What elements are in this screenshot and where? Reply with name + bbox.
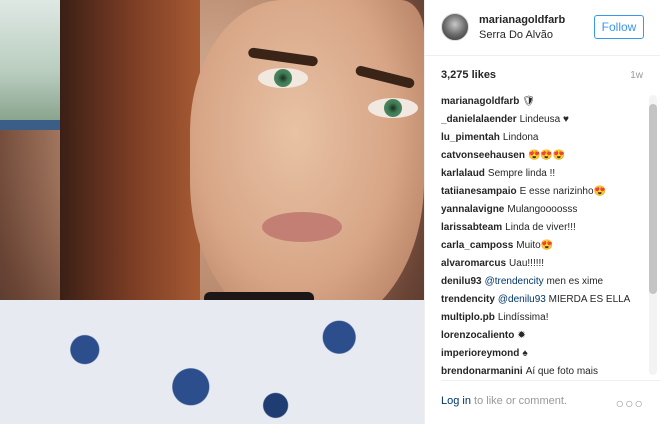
login-prompt-text: to like or comment. — [470, 395, 567, 407]
comment-username[interactable]: catvonseehausen — [441, 150, 525, 161]
post-header: marianagoldfarb Serra Do Alvão Follow — [425, 0, 660, 56]
comment-item: imperioreymond ♠ — [441, 345, 651, 363]
comment-username[interactable]: larissabteam — [441, 222, 502, 233]
ellipsis-icon[interactable]: ○○○ — [616, 395, 644, 411]
comments-list: marianagoldfarb 🛡 _danielalaender Lindeusa… — [441, 93, 651, 376]
comment-username[interactable]: lorenzocaliento — [441, 330, 514, 341]
left-eye — [258, 68, 308, 88]
shirt — [0, 300, 424, 424]
comment-mention[interactable]: @denilu93 — [498, 294, 546, 305]
post-time[interactable]: 1w — [630, 70, 643, 81]
comment-item: karlalaud Sempre linda !! — [441, 165, 651, 183]
right-eye — [368, 98, 418, 118]
comment-item: catvonseehausen 😍😍😍 — [441, 147, 651, 165]
comment-username[interactable]: carla_camposs — [441, 240, 513, 251]
comment-text: MIERDA ES ELLA — [548, 294, 631, 305]
comment-text: 🛡 — [522, 96, 536, 107]
post-details-panel: marianagoldfarb Serra Do Alvão Follow 3,… — [424, 0, 660, 424]
comment-item: larissabteam Linda de viver!!! — [441, 219, 651, 237]
comment-text: E esse narizinho😍 — [519, 186, 606, 197]
comment-username[interactable]: denilu93 — [441, 276, 482, 287]
comment-item: brendonarmanini Aí que foto mais — [441, 363, 651, 376]
comment-text: Uau!!!!!! — [509, 258, 545, 269]
comment-text: ✹ — [517, 330, 526, 341]
login-prompt: Log in to like or comment. — [441, 395, 567, 407]
comment-text: men es xime — [546, 276, 604, 287]
comment-username[interactable]: yannalavigne — [441, 204, 504, 215]
lips — [262, 212, 342, 242]
avatar[interactable] — [441, 13, 469, 41]
comment-username[interactable]: alvaromarcus — [441, 258, 506, 269]
username-link[interactable]: marianagoldfarb — [479, 14, 565, 26]
comment-username[interactable]: trendencity — [441, 294, 495, 305]
comment-username[interactable]: imperioreymond — [441, 348, 519, 359]
comment-text: Lindíssima! — [497, 312, 549, 323]
follow-button[interactable]: Follow — [594, 15, 644, 39]
comment-text: Linda de viver!!! — [505, 222, 576, 233]
face — [190, 0, 424, 330]
comment-item: tatiianesampaio E esse narizinho😍 — [441, 183, 651, 201]
comment-item: lorenzocaliento ✹ — [441, 327, 651, 345]
comment-username[interactable]: karlalaud — [441, 168, 485, 179]
post-footer: Log in to like or comment. ○○○ — [441, 380, 660, 425]
comment-text: Mulangoooosss — [507, 204, 578, 215]
comment-text: Lindona — [502, 132, 539, 143]
comment-username[interactable]: marianagoldfarb — [441, 96, 519, 107]
post-photo — [0, 0, 424, 424]
comment-item: yannalavigne Mulangoooosss — [441, 201, 651, 219]
comment-item: marianagoldfarb 🛡 — [441, 93, 651, 111]
location-link[interactable]: Serra Do Alvão — [479, 29, 553, 41]
comment-text: 😍😍😍 — [527, 150, 566, 161]
comment-item: alvaromarcus Uau!!!!!! — [441, 255, 651, 273]
comment-mention[interactable]: @trendencity — [485, 276, 544, 287]
comment-username[interactable]: multiplo.pb — [441, 312, 495, 323]
comment-username[interactable]: lu_pimentah — [441, 132, 500, 143]
comment-item: multiplo.pb Lindíssima! — [441, 309, 651, 327]
comments-scrollbar[interactable] — [649, 95, 657, 375]
comment-username[interactable]: _danielalaender — [441, 114, 517, 125]
comment-text: Sempre linda !! — [487, 168, 556, 179]
comment-text: Muito😍 — [516, 240, 554, 251]
comment-item: trendencity @denilu93 MIERDA ES ELLA — [441, 291, 651, 309]
comment-item: lu_pimentah Lindona — [441, 129, 651, 147]
comment-username[interactable]: tatiianesampaio — [441, 186, 517, 197]
comment-text: ♠ — [522, 348, 528, 359]
comment-text: Lindeusa ♥ — [519, 114, 569, 125]
comment-username[interactable]: brendonarmanini — [441, 366, 523, 376]
comment-item: carla_camposs Muito😍 — [441, 237, 651, 255]
scroll-thumb[interactable] — [649, 104, 657, 294]
comment-item: _danielalaender Lindeusa ♥ — [441, 111, 651, 129]
comment-item: denilu93 @trendencity men es xime — [441, 273, 651, 291]
login-link[interactable]: Log in — [441, 395, 471, 407]
likes-count[interactable]: 3,275 likes — [441, 69, 496, 81]
comment-text: Aí que foto mais — [525, 366, 598, 376]
